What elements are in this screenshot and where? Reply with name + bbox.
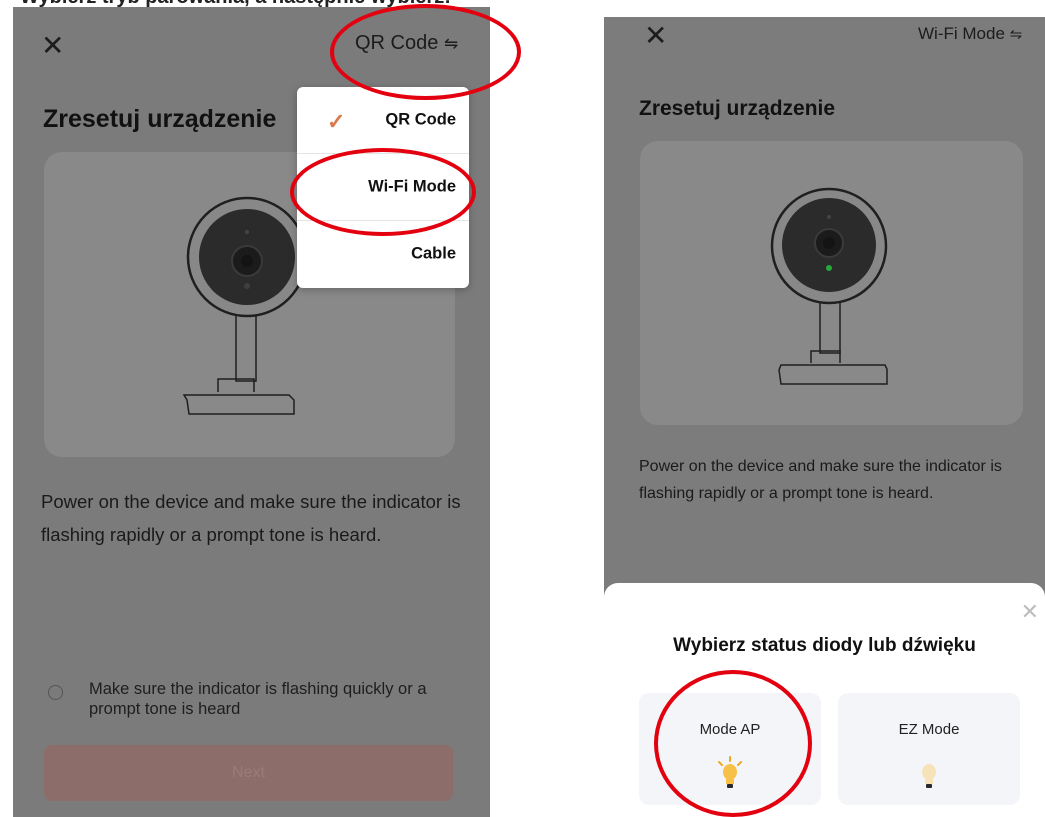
mode-switch-button[interactable]: QR Code ⇋ [355, 32, 458, 55]
pairing-mode-menu: ✓ QR Code Wi-Fi Mode Cable [297, 87, 469, 288]
menu-item-label: Wi-Fi Mode [368, 177, 456, 196]
mode-switch-label: Wi-Fi Mode [918, 24, 1005, 43]
swap-arrows-icon: ⇋ [443, 34, 459, 53]
option-card-mode-ap[interactable]: Mode AP [639, 693, 821, 805]
menu-item-label: Cable [411, 244, 456, 263]
confirm-radio[interactable] [48, 685, 63, 700]
option-card-ez-mode[interactable]: EZ Mode [838, 693, 1020, 805]
led-status-sheet: ✕ Wybierz status diody lub dźwięku Mode … [604, 583, 1045, 817]
top-caption-strip: Wybierz tryb parowania, a następnie wybi… [0, 0, 1045, 8]
next-button[interactable]: Next [44, 745, 453, 801]
camera-illustration [640, 141, 1023, 425]
option-label: Mode AP [699, 721, 761, 738]
confirm-label: Make sure the indicator is flashing quic… [89, 680, 427, 718]
instruction-text: Power on the device and make sure the in… [639, 458, 1002, 502]
sheet-title: Wybierz status diody lub dźwięku [673, 635, 976, 656]
checkmark-icon: ✓ [327, 109, 346, 134]
left-phone-screen: ✕ QR Code ⇋ Zresetuj urządzenie Power on… [13, 7, 490, 817]
page-title: Zresetuj urządzenie [639, 97, 836, 120]
close-icon[interactable]: ✕ [644, 22, 667, 50]
option-label: EZ Mode [898, 721, 960, 738]
bulb-off-icon [922, 764, 936, 788]
mode-switch-button[interactable]: Wi-Fi Mode ⇋ [918, 24, 1022, 44]
close-icon[interactable]: ✕ [41, 32, 64, 60]
swap-arrows-icon: ⇋ [1009, 26, 1023, 43]
right-phone-screen: ✕ Wi-Fi Mode ⇋ Zresetuj urządzenie Power… [604, 17, 1045, 817]
page-title: Zresetuj urządzenie [43, 105, 277, 133]
bulb-on-icon [718, 756, 742, 788]
menu-item-cable[interactable]: Cable [297, 221, 469, 287]
close-icon[interactable]: ✕ [1021, 599, 1039, 625]
camera-icon [770, 187, 888, 385]
menu-item-wifi-mode[interactable]: Wi-Fi Mode [297, 154, 469, 220]
instruction-text: Power on the device and make sure the in… [41, 491, 461, 545]
menu-item-qr-code[interactable]: ✓ QR Code [297, 87, 469, 153]
menu-item-label: QR Code [385, 110, 456, 129]
mode-switch-label: QR Code [355, 32, 439, 54]
next-button-label: Next [232, 764, 265, 781]
